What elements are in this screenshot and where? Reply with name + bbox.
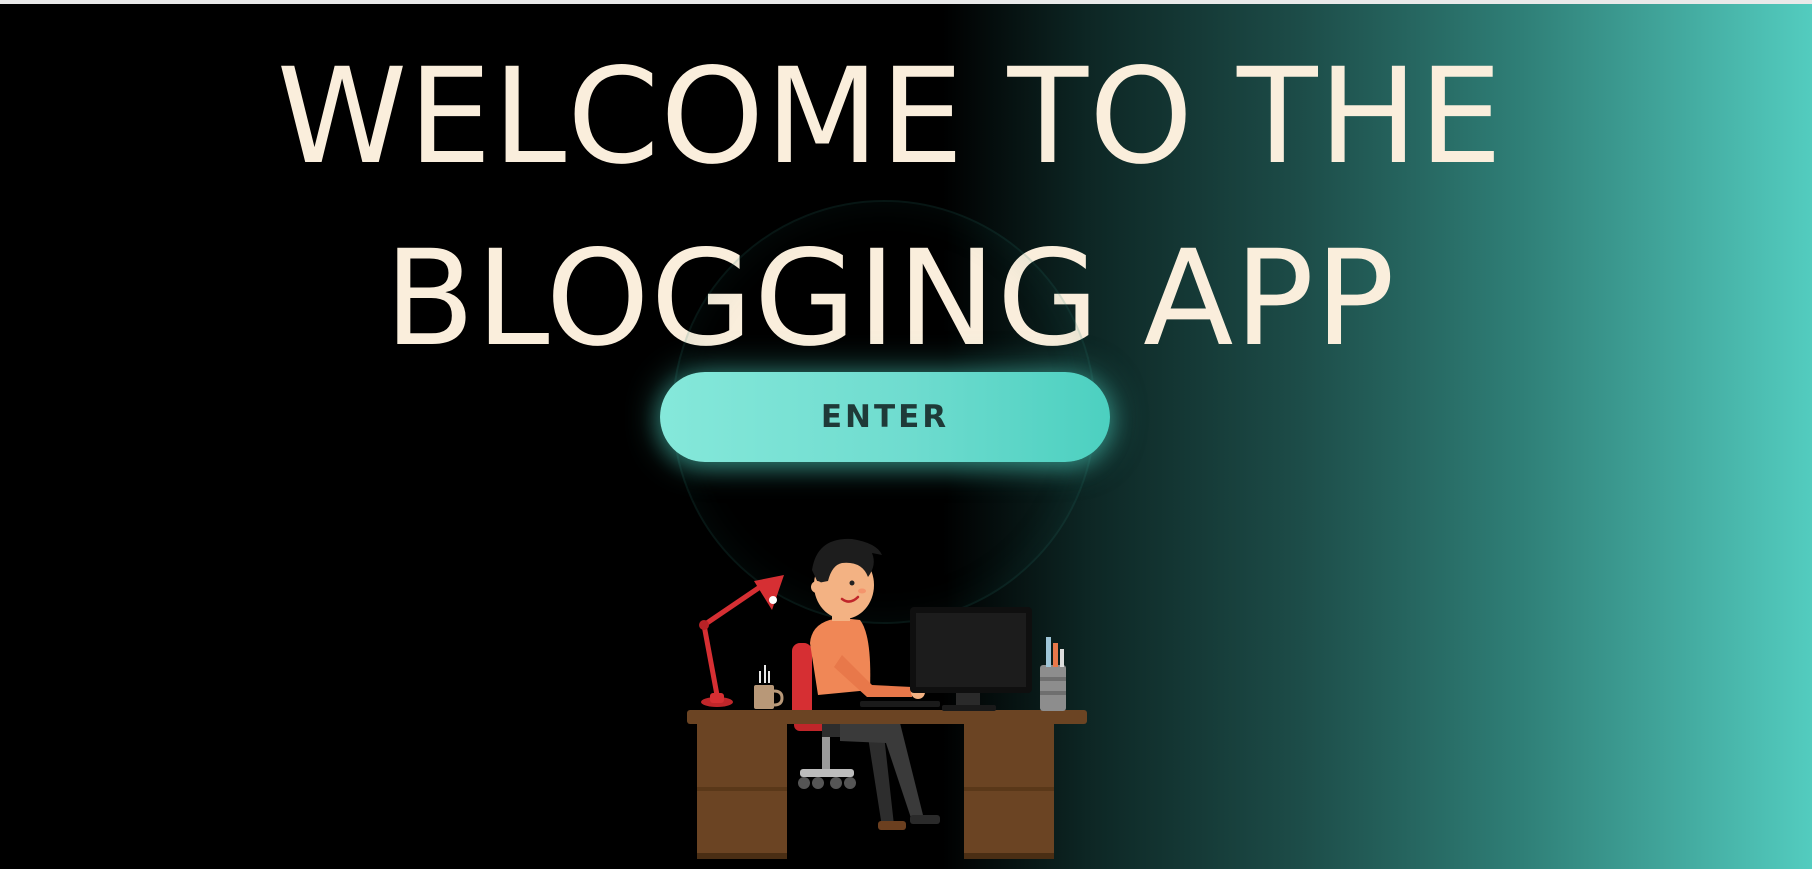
top-divider xyxy=(0,0,1812,4)
title-line-1: WELCOME TO THE xyxy=(276,40,1504,194)
pencil-holder-icon xyxy=(1040,637,1066,711)
keyboard-icon xyxy=(860,701,940,707)
mug-icon xyxy=(754,665,784,709)
enter-button[interactable]: ENTER xyxy=(660,372,1110,462)
landing-page: WELCOME TO THE BLOGGING APP ENTER xyxy=(0,0,1812,869)
monitor-icon xyxy=(910,607,1032,711)
person-at-desk-illustration xyxy=(687,538,1087,859)
